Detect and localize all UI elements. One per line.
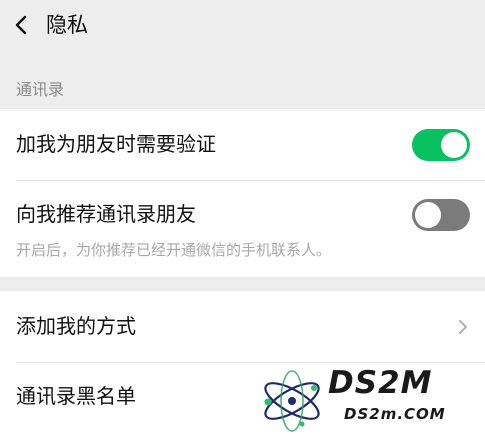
nav-header: 隐私 — [0, 0, 485, 52]
recommend-contacts-label: 向我推荐通讯录朋友 — [16, 202, 196, 226]
watermark: DS2M DS2m.COM — [258, 364, 485, 434]
verify-friend-toggle[interactable] — [412, 129, 470, 161]
back-button[interactable] — [6, 8, 40, 42]
blacklist-label: 通讯录黑名单 — [16, 384, 136, 408]
section-label-contacts: 通讯录 — [16, 80, 65, 99]
toggle-knob — [441, 132, 467, 158]
page-title: 隐私 — [46, 13, 88, 37]
verify-friend-label: 加我为朋友时需要验证 — [16, 132, 216, 156]
add-method-row[interactable]: 添加我的方式 — [0, 291, 485, 362]
chevron-right-icon — [459, 320, 467, 334]
watermark-brand: DS2M — [328, 365, 433, 401]
chevron-left-icon — [15, 15, 27, 35]
add-method-label: 添加我的方式 — [16, 314, 136, 338]
recommend-contacts-toggle[interactable] — [412, 199, 470, 231]
row-divider — [16, 180, 485, 181]
contacts-settings-card: 加我为朋友时需要验证 向我推荐通讯录朋友 开启后，为你推荐已经开通微信的手机联系… — [0, 109, 485, 277]
watermark-domain: DS2m.COM — [344, 405, 446, 423]
atom-logo-icon — [264, 370, 320, 432]
recommend-contacts-description: 开启后，为你推荐已经开通微信的手机联系人。 — [16, 241, 332, 259]
toggle-knob — [415, 202, 441, 228]
privacy-settings-screen: 隐私 通讯录 加我为朋友时需要验证 向我推荐通讯录朋友 开启后，为你推荐已经开通… — [0, 0, 485, 434]
